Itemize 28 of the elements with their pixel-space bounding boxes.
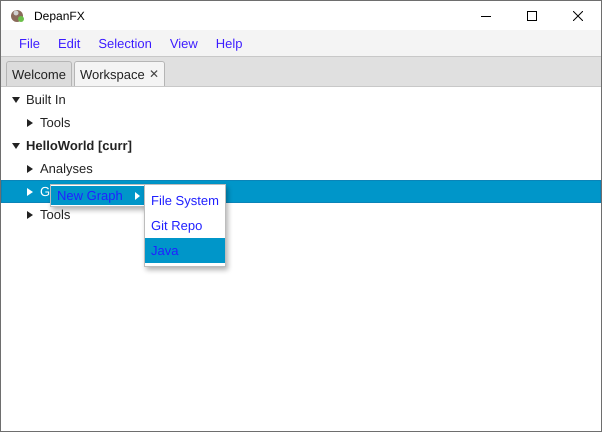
window-title: DepanFX [34, 8, 86, 22]
close-tab-button[interactable]: ✕ [148, 67, 159, 81]
menu-item[interactable]: Help [206, 31, 252, 55]
menu-entry-label: New Graph [57, 188, 123, 203]
menu-item[interactable]: View [160, 31, 207, 55]
collapsed-triangle-icon[interactable] [26, 210, 34, 218]
maximize-icon [527, 10, 537, 20]
menu-item[interactable]: File [10, 31, 49, 55]
menu-entry[interactable]: Git Repo [145, 213, 225, 238]
tree-label: Built In [26, 92, 66, 107]
expanded-triangle-icon[interactable] [12, 142, 20, 150]
tab[interactable]: Welcome [6, 61, 72, 86]
menu-item[interactable]: Edit [48, 31, 90, 55]
tree-label: HelloWorld [curr] [26, 138, 132, 153]
tree-label: G [40, 184, 50, 199]
collapsed-triangle-icon[interactable] [26, 164, 34, 172]
menu-item[interactable]: Selection [89, 31, 161, 55]
close-icon [573, 10, 583, 20]
tab[interactable]: Workspace ✕ [74, 61, 165, 86]
tree-label: Tools [40, 115, 70, 130]
app-logo-icon [10, 8, 26, 24]
tree-label: Tools [40, 207, 70, 222]
tab-label: Workspace [80, 66, 145, 82]
caret-icon [134, 192, 140, 200]
expanded-triangle-icon[interactable] [12, 96, 20, 104]
collapsed-triangle-icon[interactable] [26, 118, 34, 126]
tree-label: Analyses [40, 161, 93, 176]
tab-label: Welcome [12, 66, 66, 82]
